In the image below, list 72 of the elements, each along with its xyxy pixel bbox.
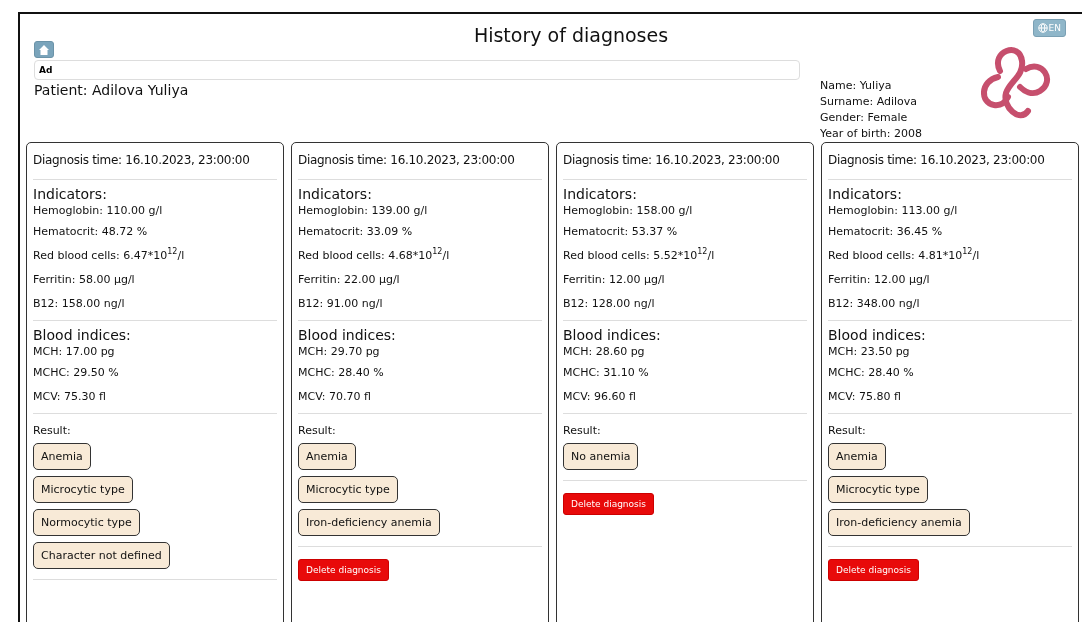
result-tag: No anemia [563, 443, 639, 470]
section-title: Indicators: [33, 186, 108, 202]
globe-icon [1037, 23, 1048, 33]
index-value: MCHC: 28.40 % [298, 365, 385, 381]
result-tag: Iron-deficiency anemia [828, 509, 970, 536]
indicator-value: Ferritin: 12.00 µg/l [828, 272, 931, 288]
result-tag: Character not defined [33, 542, 170, 569]
section-title: Blood indices: [828, 327, 927, 343]
index-value: MCH: 29.70 pg [298, 344, 381, 360]
result-tag: Microcytic type [33, 476, 133, 503]
index-value: MCV: 75.80 fl [828, 389, 902, 405]
result-label: Result: [828, 424, 866, 437]
patient-info-line: Year of birth: 2008 [820, 126, 923, 142]
indicator-value: Red blood cells: 5.52*10$^{12}$/l [563, 246, 716, 264]
section-title: Blood indices: [33, 327, 132, 343]
home-button[interactable] [34, 41, 54, 58]
patient-info-line: Surname: Adilova [820, 94, 919, 110]
result-tag: Anemia [298, 443, 356, 470]
section-title: Indicators: [563, 186, 638, 202]
section-title: Indicators: [298, 186, 373, 202]
diagnosis-time: Diagnosis time: 16.10.2023, 23:00:00 [563, 153, 807, 180]
index-value: MCH: 23.50 pg [828, 344, 911, 360]
section-title: Indicators: [828, 186, 903, 202]
indicator-value: Hematocrit: 33.09 % [298, 224, 414, 240]
index-value: MCV: 96.60 fl [563, 389, 637, 405]
indicator-value: Ferritin: 12.00 µg/l [563, 272, 666, 288]
result-tag: Normocytic type [33, 509, 140, 536]
delete-button[interactable]: Delete diagnosis [298, 559, 389, 581]
indicator-value: B12: 348.00 ng/l [828, 296, 921, 312]
patient-name: Patient: Adilova Yuliya [34, 82, 189, 98]
indicator-value: Hemoglobin: 139.00 g/l [298, 203, 429, 219]
index-value: MCV: 75.30 fl [33, 389, 107, 405]
result-tag: Microcytic type [828, 476, 928, 503]
indicator-value: Hemoglobin: 113.00 g/l [828, 203, 959, 219]
section-title: Blood indices: [298, 327, 397, 343]
result-tag: Anemia [33, 443, 91, 470]
indicator-value: Red blood cells: 6.47*10$^{12}$/l [33, 246, 186, 264]
result-label: Result: [563, 424, 601, 437]
section-title: Blood indices: [563, 327, 662, 343]
result-label: Result: [298, 424, 336, 437]
home-icon [38, 43, 50, 56]
indicator-value: Ferritin: 22.00 µg/l [298, 272, 401, 288]
diagnosis-time: Diagnosis time: 16.10.2023, 23:00:00 [33, 153, 277, 180]
delete-button[interactable]: Delete diagnosis [563, 493, 654, 515]
result-tag: Microcytic type [298, 476, 398, 503]
result-tag: Iron-deficiency anemia [298, 509, 440, 536]
indicator-value: Hematocrit: 36.45 % [828, 224, 944, 240]
indicator-value: Hematocrit: 48.72 % [33, 224, 149, 240]
page-title: History of diagnoses [472, 24, 669, 46]
indicator-value: Hemoglobin: 158.00 g/l [563, 203, 694, 219]
indicator-value: Ferritin: 58.00 µg/l [33, 272, 136, 288]
index-value: MCH: 28.60 pg [563, 344, 646, 360]
indicator-value: Hematocrit: 53.37 % [563, 224, 679, 240]
patient-info-line: Name: Yuliya [820, 78, 893, 94]
patient-info-line: Gender: Female [820, 110, 909, 126]
index-value: MCHC: 28.40 % [828, 365, 915, 381]
diagnosis-time: Diagnosis time: 16.10.2023, 23:00:00 [828, 153, 1072, 180]
index-value: MCV: 70.70 fl [298, 389, 372, 405]
result-label: Result: [33, 424, 71, 437]
indicator-value: Red blood cells: 4.81*10$^{12}$/l [828, 246, 981, 264]
index-value: MCH: 17.00 pg [33, 344, 116, 360]
index-value: MCHC: 31.10 % [563, 365, 650, 381]
result-tag: Anemia [828, 443, 886, 470]
search-field[interactable]: Ad [34, 60, 800, 80]
diagnosis-time: Diagnosis time: 16.10.2023, 23:00:00 [298, 153, 542, 180]
index-value: MCHC: 29.50 % [33, 365, 120, 381]
indicator-value: Red blood cells: 4.68*10$^{12}$/l [298, 246, 451, 264]
indicator-value: B12: 158.00 ng/l [33, 296, 126, 312]
delete-button[interactable]: Delete diagnosis [828, 559, 919, 581]
indicator-value: B12: 91.00 ng/l [298, 296, 384, 312]
indicator-value: Hemoglobin: 110.00 g/l [33, 203, 164, 219]
indicator-value: B12: 128.00 ng/l [563, 296, 656, 312]
